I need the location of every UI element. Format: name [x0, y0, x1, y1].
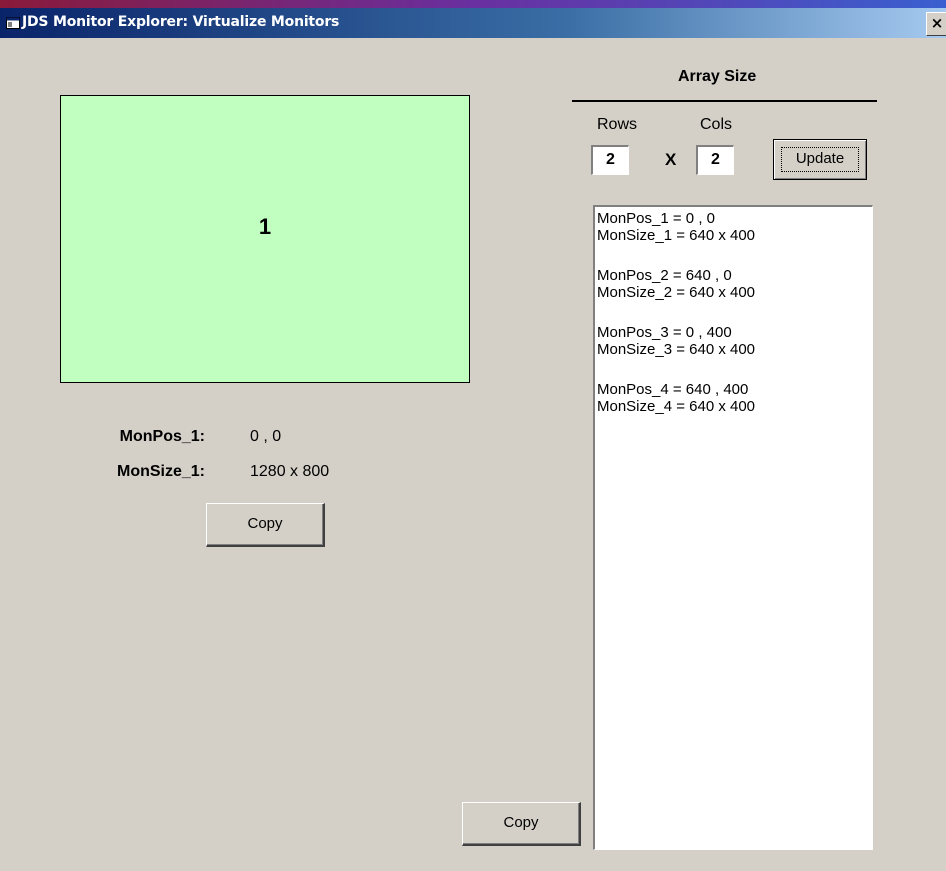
update-button[interactable]: Update: [773, 139, 867, 180]
monpos-label: MonPos_1:: [119, 428, 205, 445]
monitor-preview[interactable]: 1: [60, 95, 470, 383]
monitor-list[interactable]: MonPos_1 = 0 , 0 MonSize_1 = 640 x 400 M…: [593, 205, 873, 850]
app-window: JDS Monitor Explorer: Virtualize Monitor…: [0, 0, 946, 871]
list-item[interactable]: MonPos_1 = 0 , 0 MonSize_1 = 640 x 400: [597, 210, 872, 244]
list-item[interactable]: MonPos_2 = 640 , 0 MonSize_2 = 640 x 400: [597, 267, 872, 301]
list-item-pos: MonPos_2 = 640 , 0: [597, 267, 732, 284]
copy-monitor-button[interactable]: Copy: [206, 503, 325, 547]
cols-input[interactable]: 2: [696, 145, 734, 175]
close-button[interactable]: ×: [926, 12, 946, 36]
window-title: JDS Monitor Explorer: Virtualize Monitor…: [22, 14, 340, 30]
list-item[interactable]: MonPos_4 = 640 , 400 MonSize_4 = 640 x 4…: [597, 381, 872, 415]
update-button-label: Update: [781, 147, 859, 172]
monpos-value: 0 , 0: [250, 428, 282, 445]
rows-input[interactable]: 2: [591, 145, 629, 175]
close-icon: ×: [930, 14, 944, 32]
cols-label: Cols: [700, 116, 733, 133]
list-item-pos: MonPos_3 = 0 , 400: [597, 324, 732, 341]
list-item-pos: MonPos_1 = 0 , 0: [597, 210, 715, 227]
list-item-size: MonSize_1 = 640 x 400: [597, 227, 756, 244]
copy-list-button[interactable]: Copy: [462, 802, 581, 846]
list-item-size: MonSize_3 = 640 x 400: [597, 341, 756, 358]
list-item-size: MonSize_2 = 640 x 400: [597, 284, 756, 301]
array-size-title: Array Size: [678, 68, 757, 85]
monsize-label: MonSize_1:: [116, 463, 205, 480]
app-icon: [6, 16, 20, 29]
list-item-pos: MonPos_4 = 640 , 400: [597, 381, 749, 398]
rows-label: Rows: [597, 116, 638, 133]
desktop-strip: [0, 0, 946, 8]
monitor-number: 1: [258, 214, 272, 239]
list-item-size: MonSize_4 = 640 x 400: [597, 398, 756, 415]
list-item[interactable]: MonPos_3 = 0 , 400 MonSize_3 = 640 x 400: [597, 324, 872, 358]
copy-list-button-label: Copy: [503, 814, 539, 831]
monsize-value: 1280 x 800: [250, 463, 330, 480]
array-size-divider: [572, 100, 877, 102]
title-bar[interactable]: JDS Monitor Explorer: Virtualize Monitor…: [0, 8, 946, 38]
times-symbol: X: [665, 150, 677, 169]
copy-monitor-button-label: Copy: [247, 515, 283, 532]
